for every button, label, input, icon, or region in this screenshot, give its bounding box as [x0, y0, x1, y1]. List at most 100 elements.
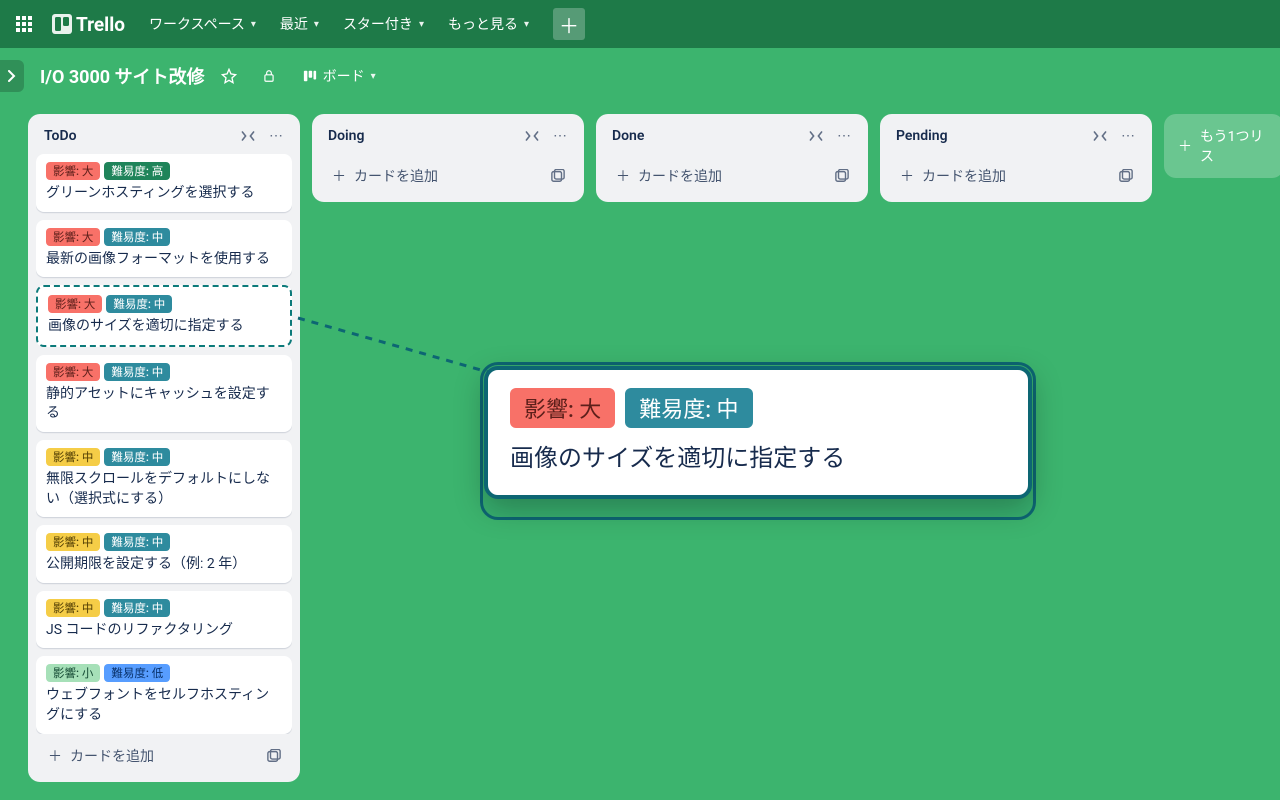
nav-item-label: もっと見る [448, 14, 518, 34]
nav-item[interactable]: もっと見る ▾ [436, 8, 541, 40]
nav-item[interactable]: ワークスペース▾ [137, 8, 268, 40]
card-labels: 影響: 小難易度: 低 [46, 664, 282, 682]
plus-icon: ＋ [616, 166, 630, 186]
card-labels: 影響: 中難易度: 中 [46, 448, 282, 466]
add-list-button[interactable]: ＋もう1つリス [1164, 114, 1280, 178]
view-label: ボード [323, 66, 365, 86]
add-card-button[interactable]: ＋ カードを追加 [894, 162, 1114, 190]
card-label[interactable]: 難易度: 中 [104, 448, 170, 466]
list-title[interactable]: Doing [328, 128, 364, 144]
card[interactable]: 影響: 中難易度: 中無限スクロールをデフォルトにしない（選択式にする） [36, 440, 292, 517]
trello-logo-icon [52, 14, 72, 34]
card[interactable]: 影響: 小難易度: 低ウェブフォントをセルフホスティングにする [36, 656, 292, 733]
board-view-switcher[interactable]: ボード ▾ [293, 60, 386, 92]
chevron-down-icon: ▾ [314, 19, 319, 30]
list-title[interactable]: Pending [896, 128, 948, 144]
card-title: ウェブフォントをセルフホスティングにする [46, 686, 282, 725]
add-card-label: カードを追加 [70, 746, 154, 766]
chevron-down-icon: ▾ [251, 19, 256, 30]
list-header: Pending ⋯ [888, 124, 1144, 154]
card[interactable]: 影響: 大難易度: 中最新の画像フォーマットを使用する [36, 220, 292, 278]
board-header: I/O 3000 サイト改修 ボード ▾ [0, 48, 1280, 104]
list-menu-icon[interactable]: ⋯ [266, 126, 286, 146]
card-label[interactable]: 難易度: 中 [104, 228, 170, 246]
card-labels: 影響: 大難易度: 中 [46, 363, 282, 381]
card-label[interactable]: 難易度: 中 [106, 295, 172, 313]
card[interactable]: 影響: 中難易度: 中 JS コードのリファクタリング [36, 591, 292, 649]
card-label[interactable]: 影響: 大 [48, 295, 102, 313]
card-title: JS コードのリファクタリング [46, 621, 282, 641]
list-cards: 影響: 大難易度: 高グリーンホスティングを選択する影響: 大難易度: 中最新の… [36, 154, 292, 734]
card-placeholder[interactable]: 影響: 大難易度: 中画像のサイズを適切に指定する [36, 285, 292, 347]
logo-text: Trello [76, 13, 125, 36]
apps-switcher-icon[interactable] [8, 8, 40, 40]
collapse-list-icon[interactable] [522, 126, 542, 146]
list-header: Doing ⋯ [320, 124, 576, 154]
list-footer: ＋ カードを追加 [604, 154, 860, 194]
card-label[interactable]: 影響: 大 [46, 228, 100, 246]
card-title: 公開期限を設定する（例: 2 年） [46, 555, 282, 575]
card-template-button[interactable] [262, 744, 286, 768]
sidebar-expand-button[interactable] [0, 60, 24, 92]
card[interactable]: 影響: 中難易度: 中公開期限を設定する（例: 2 年） [36, 525, 292, 583]
topbar: Trello ワークスペース▾最近▾スター付き▾もっと見る▾ ＋ [0, 0, 1280, 48]
list-title[interactable]: Done [612, 128, 644, 144]
card-title: グリーンホスティングを選択する [46, 184, 282, 204]
card-title: 最新の画像フォーマットを使用する [46, 250, 282, 270]
card-label[interactable]: 影響: 大 [46, 363, 100, 381]
add-card-label: カードを追加 [922, 166, 1006, 186]
nav-item-label: スター付き [343, 14, 413, 34]
nav-item[interactable]: 最近 ▾ [268, 8, 331, 40]
card-label[interactable]: 影響: 中 [46, 533, 100, 551]
nav-item[interactable]: スター付き▾ [331, 8, 436, 40]
list-footer: ＋ カードを追加 [888, 154, 1144, 194]
plus-icon: ＋ [1178, 136, 1192, 156]
card-label[interactable]: 影響: 中 [46, 599, 100, 617]
plus-icon: ＋ [900, 166, 914, 186]
chevron-down-icon: ▾ [524, 19, 529, 30]
card-labels: 影響: 大難易度: 中 [46, 228, 282, 246]
card-template-button[interactable] [1114, 164, 1138, 188]
add-card-button[interactable]: ＋ カードを追加 [610, 162, 830, 190]
star-button[interactable] [213, 60, 245, 92]
create-button[interactable]: ＋ [553, 8, 585, 40]
card-label[interactable]: 影響: 大 [46, 162, 100, 180]
card-labels: 影響: 中難易度: 中 [46, 533, 282, 551]
collapse-list-icon[interactable] [1090, 126, 1110, 146]
add-card-label: カードを追加 [354, 166, 438, 186]
card-label[interactable]: 難易度: 中 [104, 533, 170, 551]
card-template-button[interactable] [830, 164, 854, 188]
nav-item-label: 最近 [280, 14, 308, 34]
list-menu-icon[interactable]: ⋯ [550, 126, 570, 146]
drag-preview-label: 難易度: 中 [625, 388, 752, 428]
card-label[interactable]: 難易度: 低 [104, 664, 170, 682]
list: Doing ⋯＋カードを追加 [312, 114, 584, 202]
trello-logo[interactable]: Trello [44, 13, 133, 36]
list-header: Done ⋯ [604, 124, 860, 154]
visibility-button[interactable] [253, 60, 285, 92]
list-footer: ＋カードを追加 [36, 734, 292, 774]
card[interactable]: 影響: 大難易度: 高グリーンホスティングを選択する [36, 154, 292, 212]
board-title[interactable]: I/O 3000 サイト改修 [40, 63, 205, 89]
topnav: ワークスペース▾最近▾スター付き▾もっと見る▾ [137, 8, 541, 40]
add-card-button[interactable]: ＋カードを追加 [42, 742, 262, 770]
card-label[interactable]: 影響: 中 [46, 448, 100, 466]
card-label[interactable]: 難易度: 中 [104, 363, 170, 381]
collapse-list-icon[interactable] [238, 126, 258, 146]
add-card-label: カードを追加 [638, 166, 722, 186]
list-title[interactable]: ToDo [44, 128, 77, 144]
card[interactable]: 影響: 大難易度: 中静的アセットにキャッシュを設定する [36, 355, 292, 432]
list-header: ToDo ⋯ [36, 124, 292, 154]
card-title: 無限スクロールをデフォルトにしない（選択式にする） [46, 470, 282, 509]
card-label[interactable]: 影響: 小 [46, 664, 100, 682]
collapse-list-icon[interactable] [806, 126, 826, 146]
list-menu-icon[interactable]: ⋯ [834, 126, 854, 146]
card-label[interactable]: 難易度: 高 [104, 162, 170, 180]
list: ToDo⋯影響: 大難易度: 高グリーンホスティングを選択する影響: 大難易度:… [28, 114, 300, 782]
card-label[interactable]: 難易度: 中 [104, 599, 170, 617]
add-card-button[interactable]: ＋カードを追加 [326, 162, 546, 190]
card-template-button[interactable] [546, 164, 570, 188]
list: Pending ⋯ ＋ カードを追加 [880, 114, 1152, 202]
list-menu-icon[interactable]: ⋯ [1118, 126, 1138, 146]
list-footer: ＋カードを追加 [320, 154, 576, 194]
